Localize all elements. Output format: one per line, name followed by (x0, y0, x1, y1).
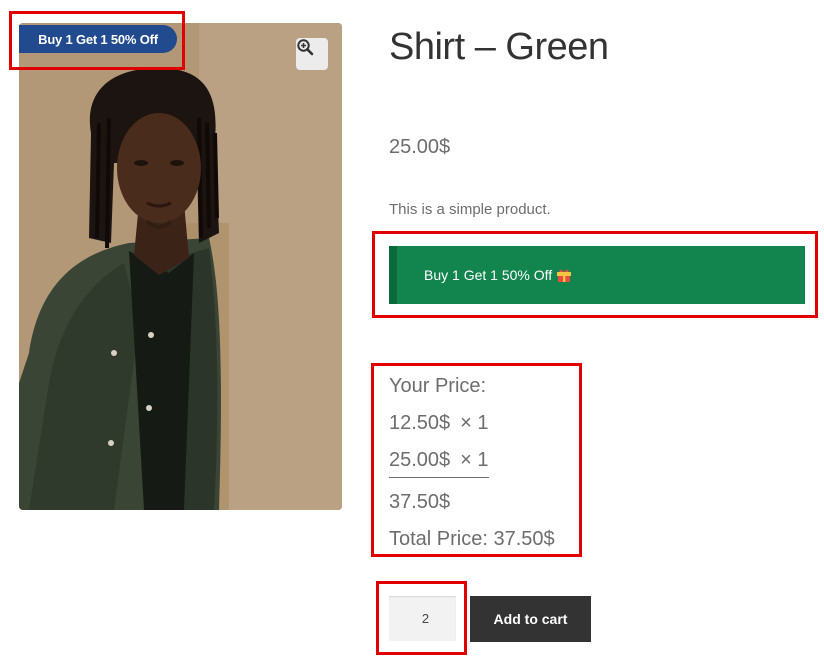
product-image[interactable] (19, 23, 342, 510)
offer-bar[interactable]: Buy 1 Get 1 50% Off (389, 246, 805, 304)
gift-icon (557, 269, 572, 282)
zoom-in-icon (297, 39, 314, 56)
zoom-button[interactable] (296, 38, 328, 70)
price-row: 25.00$ × 1 (389, 449, 489, 478)
row-quantity: × 1 (460, 412, 489, 434)
add-to-cart-button[interactable]: Add to cart (470, 596, 591, 642)
quantity-input[interactable] (389, 596, 456, 641)
row-quantity: × 1 (460, 449, 489, 471)
row-price: 12.50$ (389, 412, 451, 434)
product-price: 25.00$ (389, 136, 451, 158)
your-price-label: Your Price: (389, 375, 487, 397)
total-price: Total Price: 37.50$ (389, 528, 555, 550)
product-photo (19, 23, 342, 510)
product-title: Shirt – Green (389, 26, 609, 68)
price-row: 12.50$ × 1 (389, 412, 489, 435)
row-price: 25.00$ (389, 449, 451, 471)
product-description: This is a simple product. (389, 201, 551, 218)
sale-badge: Buy 1 Get 1 50% Off (19, 25, 177, 53)
price-sum: 37.50$ (389, 491, 451, 513)
offer-text: Buy 1 Get 1 50% Off (424, 267, 553, 283)
product-page: Buy 1 Get 1 50% Off Shirt – Green 25.00$… (0, 0, 824, 664)
